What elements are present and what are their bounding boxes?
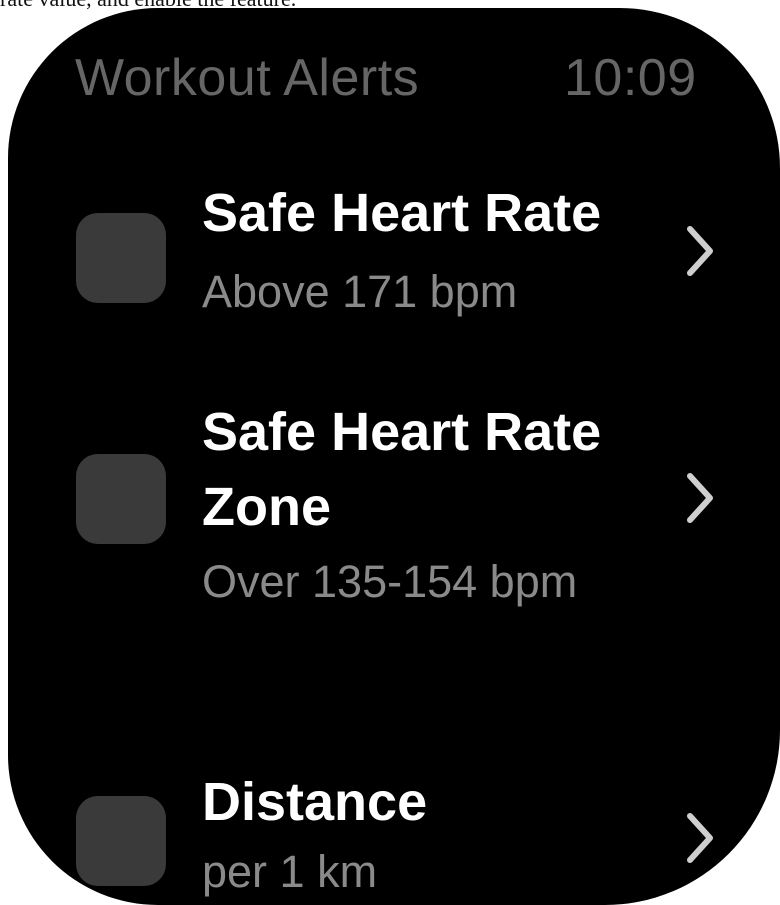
watch-screen: Workout Alerts 10:09 Safe Heart Rate Abo…	[8, 8, 780, 905]
alert-item-safe-heart-rate-zone[interactable]: Safe Heart Rate Zone Over 135-154 bpm	[8, 398, 780, 698]
alert-subtitle: per 1 km	[202, 846, 378, 897]
checkbox[interactable]	[76, 454, 166, 544]
header: Workout Alerts 10:09	[8, 38, 780, 118]
chevron-right-icon[interactable]	[680, 468, 720, 528]
checkbox[interactable]	[76, 796, 166, 886]
checkbox[interactable]	[76, 213, 166, 303]
alert-item-distance[interactable]: Distance per 1 km	[8, 768, 780, 905]
alert-subtitle: Over 135-154 bpm	[202, 556, 578, 607]
chevron-right-icon[interactable]	[680, 808, 720, 868]
alert-title: Safe Heart Rate	[202, 183, 602, 243]
alert-title: Distance	[202, 772, 428, 832]
alert-item-safe-heart-rate[interactable]: Safe Heart Rate Above 171 bpm	[8, 173, 780, 333]
page-title: Workout Alerts	[75, 49, 420, 107]
alert-subtitle: Above 171 bpm	[202, 266, 518, 317]
chevron-right-icon[interactable]	[680, 221, 720, 281]
clock: 10:09	[564, 49, 697, 107]
alert-title: Safe Heart Rate Zone	[202, 402, 602, 537]
